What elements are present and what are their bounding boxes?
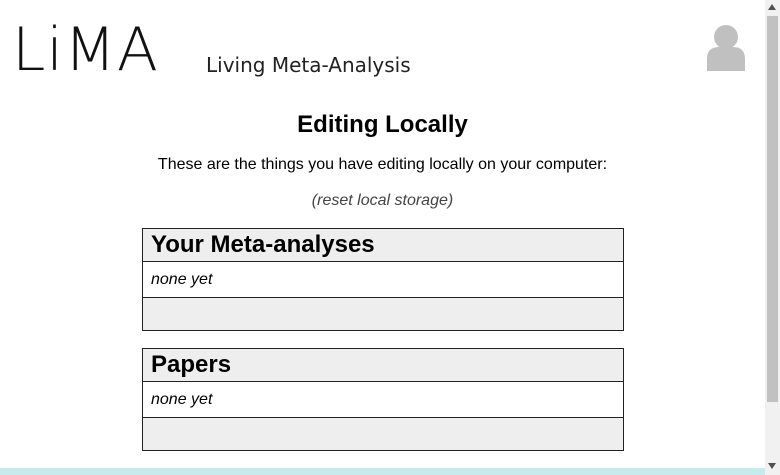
site-tagline: Living Meta-Analysis (206, 53, 411, 77)
meta-analyses-empty-text: none yet (143, 262, 623, 298)
meta-analyses-footer (143, 298, 623, 330)
reset-local-storage-link[interactable]: (reset local storage) (0, 192, 765, 210)
vertical-scrollbar[interactable] (765, 0, 780, 475)
user-avatar-icon[interactable] (705, 23, 747, 71)
intro-text: These are the things you have editing lo… (157, 156, 608, 173)
papers-footer (143, 418, 623, 450)
papers-panel: Papers none yet (142, 348, 624, 451)
page-title: Editing Locally (297, 111, 468, 138)
meta-analyses-panel: Your Meta-analyses none yet (142, 228, 624, 331)
scroll-up-arrow-icon[interactable] (768, 4, 776, 10)
page: LiMA Living Meta-Analysis Editing Locall… (0, 0, 765, 475)
meta-analyses-heading: Your Meta-analyses (143, 229, 623, 262)
scrollbar-thumb[interactable] (767, 16, 778, 402)
papers-heading: Papers (143, 349, 623, 382)
papers-empty-text: none yet (143, 382, 623, 418)
footer-bar (0, 468, 765, 475)
scroll-down-arrow-icon[interactable] (768, 463, 776, 469)
lima-logo[interactable]: LiMA (12, 20, 159, 80)
